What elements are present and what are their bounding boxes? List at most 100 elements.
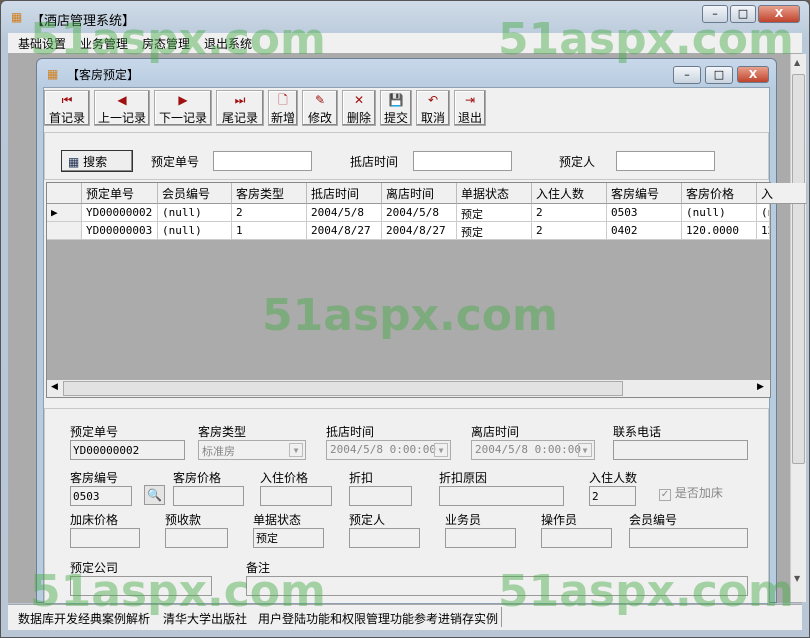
field-label: 客房类型 bbox=[198, 425, 247, 439]
grid-cell[interactable]: (n bbox=[757, 204, 770, 222]
toolbar-button-new-doc[interactable]: 🗋 新增 bbox=[268, 90, 298, 126]
field-input[interactable] bbox=[246, 576, 748, 596]
field-input[interactable] bbox=[445, 528, 516, 548]
app-icon: ▦ bbox=[11, 10, 23, 24]
row-header[interactable] bbox=[47, 222, 82, 240]
field-input[interactable] bbox=[253, 528, 324, 548]
grid-cell[interactable]: 12 bbox=[757, 222, 770, 240]
status-note: 用户登陆功能和权限管理功能参考进销存实例 bbox=[258, 612, 499, 626]
grid-cell[interactable]: 2004/5/8 bbox=[382, 204, 457, 222]
grid-cell[interactable]: 2004/8/27 bbox=[307, 222, 382, 240]
toolbar-button-prev[interactable]: ◀ 上一记录 bbox=[94, 90, 150, 126]
minimize-button[interactable]: – bbox=[702, 5, 728, 23]
toolbar-button-exit[interactable]: ⇥ 退出 bbox=[454, 90, 486, 126]
grid-cell[interactable]: 2004/5/8 bbox=[307, 204, 382, 222]
column-header[interactable]: 预定单号 bbox=[82, 183, 158, 204]
status-book: 数据库开发经典案例解析 bbox=[18, 612, 151, 626]
room-lookup-button[interactable]: 🔍 bbox=[144, 485, 165, 505]
toolbar-button-undo[interactable]: ↶ 取消 bbox=[416, 90, 450, 126]
extra-bed-checkbox[interactable]: ✓ 是否加床 bbox=[659, 484, 723, 501]
chevron-down-icon[interactable]: ▼ bbox=[578, 443, 592, 457]
column-header[interactable]: 抵店时间 bbox=[307, 183, 382, 204]
horizontal-scrollbar[interactable]: ◀ ▶ bbox=[47, 380, 770, 397]
grid-cell[interactable]: (null) bbox=[158, 204, 232, 222]
field-input[interactable] bbox=[541, 528, 612, 548]
field-combo[interactable]: 2004/5/8 0:00:00 ▼ bbox=[326, 440, 451, 460]
search-arrival-input[interactable] bbox=[413, 151, 512, 171]
toolbar-button-edit[interactable]: ✎ 修改 bbox=[302, 90, 338, 126]
field-input[interactable] bbox=[70, 528, 140, 548]
grid-cell[interactable]: 0503 bbox=[607, 204, 682, 222]
field-input[interactable] bbox=[70, 486, 132, 506]
field-input[interactable] bbox=[165, 528, 228, 548]
chevron-down-icon[interactable]: ▼ bbox=[434, 443, 448, 457]
field-input[interactable] bbox=[70, 576, 212, 596]
delete-icon: ✕ bbox=[353, 93, 365, 107]
column-header[interactable]: 会员编号 bbox=[158, 183, 232, 204]
column-header[interactable]: 离店时间 bbox=[382, 183, 457, 204]
grid-cell[interactable]: 1 bbox=[232, 222, 307, 240]
column-header[interactable]: 入住人数 bbox=[532, 183, 607, 204]
maximize-button[interactable]: □ bbox=[730, 5, 756, 23]
scroll-thumb[interactable] bbox=[792, 74, 805, 464]
search-booker-input[interactable] bbox=[616, 151, 715, 171]
toolbar-button-label: 首记录 bbox=[48, 111, 85, 125]
menu-basic-settings[interactable]: 基础设置 bbox=[18, 35, 66, 52]
close-button[interactable]: X bbox=[758, 5, 800, 23]
grid-cell[interactable]: 2 bbox=[532, 222, 607, 240]
extra-bed-label: 是否加床 bbox=[674, 486, 723, 500]
toolbar-button-label: 删除 bbox=[346, 111, 371, 125]
field-input[interactable] bbox=[349, 486, 412, 506]
grid-cell[interactable]: (null) bbox=[682, 204, 757, 222]
grid-cell[interactable]: 2 bbox=[532, 204, 607, 222]
child-minimize-button[interactable]: – bbox=[673, 66, 701, 84]
search-button[interactable]: ▦ 搜索 bbox=[61, 150, 133, 172]
field-input[interactable] bbox=[439, 486, 564, 506]
toolbar-button-last[interactable]: ⏭ 尾记录 bbox=[216, 90, 264, 126]
vertical-scrollbar[interactable]: ▲ ▼ bbox=[790, 54, 806, 602]
field-input[interactable] bbox=[629, 528, 748, 548]
row-header[interactable]: ▶ bbox=[47, 204, 82, 222]
child-close-button[interactable]: X bbox=[737, 66, 769, 83]
child-maximize-button[interactable]: □ bbox=[705, 66, 733, 84]
field-input[interactable] bbox=[349, 528, 420, 548]
column-header[interactable]: 单据状态 bbox=[457, 183, 532, 204]
hscroll-thumb[interactable] bbox=[63, 381, 623, 396]
grid-cell[interactable]: YD00000003 bbox=[82, 222, 158, 240]
field-input[interactable] bbox=[260, 486, 332, 506]
field-input[interactable] bbox=[589, 486, 636, 506]
column-header[interactable]: 入 bbox=[757, 183, 807, 204]
grid-cell[interactable]: 2004/8/27 bbox=[382, 222, 457, 240]
column-header[interactable]: 客房类型 bbox=[232, 183, 307, 204]
toolbar-button-next[interactable]: ▶ 下一记录 bbox=[154, 90, 212, 126]
column-header[interactable]: 客房价格 bbox=[682, 183, 757, 204]
toolbar-button-label: 退出 bbox=[457, 111, 482, 125]
grid-cell[interactable]: 预定 bbox=[457, 222, 532, 240]
field-input[interactable] bbox=[613, 440, 748, 460]
column-header[interactable]: 客房编号 bbox=[607, 183, 682, 204]
toolbar-button-delete[interactable]: ✕ 删除 bbox=[342, 90, 376, 126]
field-input[interactable] bbox=[70, 440, 185, 460]
form-icon: ▦ bbox=[47, 67, 59, 81]
grid-cell[interactable]: 120.0000 bbox=[682, 222, 757, 240]
field-input[interactable] bbox=[173, 486, 244, 506]
last-icon: ⏭ bbox=[234, 93, 246, 107]
field-combo[interactable]: 标准房 ▼ bbox=[198, 440, 306, 460]
grid-cell[interactable]: 2 bbox=[232, 204, 307, 222]
chevron-down-icon[interactable]: ▼ bbox=[289, 443, 303, 457]
field-label: 联系电话 bbox=[613, 425, 662, 439]
field-combo[interactable]: 2004/5/8 0:00:00 ▼ bbox=[471, 440, 595, 460]
toolbar-button-save[interactable]: 💾 提交 bbox=[380, 90, 412, 126]
grid-cell[interactable]: 预定 bbox=[457, 204, 532, 222]
menu-business[interactable]: 业务管理 bbox=[80, 35, 128, 52]
checkbox-check-icon: ✓ bbox=[659, 489, 671, 501]
menu-exit-system[interactable]: 退出系统 bbox=[204, 35, 252, 52]
field-label: 客房编号 bbox=[70, 471, 119, 485]
grid-cell[interactable]: (null) bbox=[158, 222, 232, 240]
menu-room-status[interactable]: 房态管理 bbox=[142, 35, 190, 52]
search-order-no-input[interactable] bbox=[213, 151, 312, 171]
grid-cell[interactable]: YD00000002 bbox=[82, 204, 158, 222]
field-label: 操作员 bbox=[541, 513, 578, 527]
toolbar-button-first[interactable]: ⏮ 首记录 bbox=[44, 90, 90, 126]
grid-cell[interactable]: 0402 bbox=[607, 222, 682, 240]
